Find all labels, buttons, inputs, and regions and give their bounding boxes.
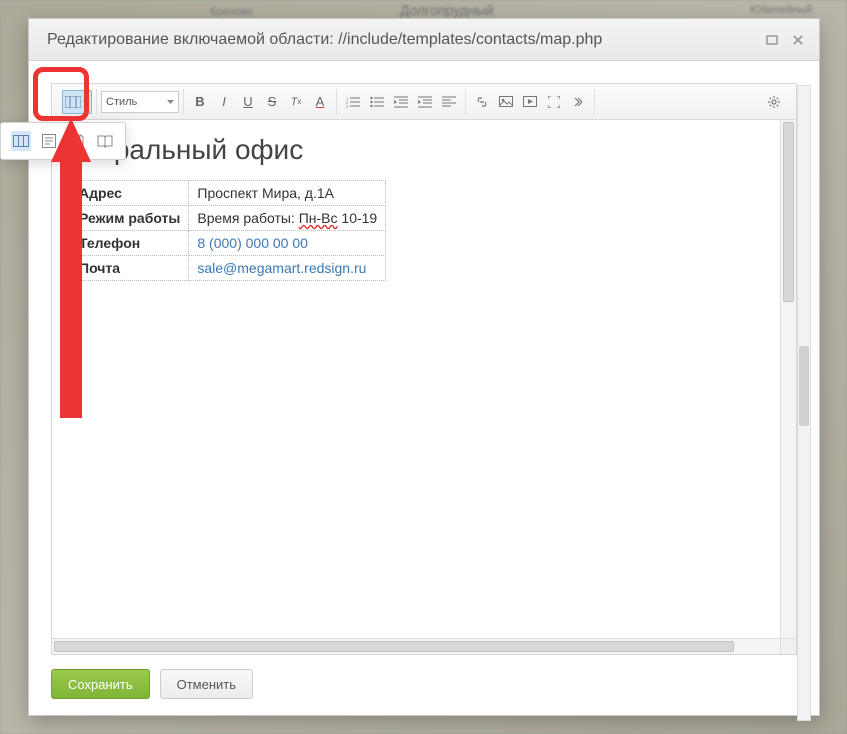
- dialog-title: Редактирование включаемой области: //inc…: [47, 31, 602, 49]
- align-button[interactable]: [437, 90, 461, 114]
- link-button[interactable]: [470, 90, 494, 114]
- row-label[interactable]: Телефон: [71, 231, 189, 256]
- table-row: Почта sale@megamart.redsign.ru: [71, 256, 386, 281]
- component-book-icon[interactable]: [95, 131, 115, 151]
- svg-text:3: 3: [346, 104, 349, 108]
- row-value[interactable]: Проспект Мира, д.1А: [189, 181, 386, 206]
- content-scrollbar-vertical[interactable]: [780, 120, 796, 638]
- settings-button[interactable]: [762, 90, 786, 114]
- row-value[interactable]: 8 (000) 000 00 00: [189, 231, 386, 256]
- editor-content-area[interactable]: ентральный офис Адрес Проспект Мира, д.1…: [52, 120, 796, 654]
- components-dropdown-panel: [0, 122, 126, 160]
- scrollbar-thumb[interactable]: [783, 122, 794, 302]
- edit-include-dialog: Редактирование включаемой области: //inc…: [28, 18, 820, 716]
- content-scrollbar-horizontal[interactable]: [52, 638, 780, 654]
- video-button[interactable]: [518, 90, 542, 114]
- more-button[interactable]: [566, 90, 590, 114]
- row-label[interactable]: Адрес: [71, 181, 189, 206]
- dialog-scrollbar-vertical[interactable]: [797, 85, 811, 721]
- italic-button[interactable]: I: [212, 90, 236, 114]
- outdent-button[interactable]: [389, 90, 413, 114]
- row-value[interactable]: Время работы: Пн-Вс 10-19: [189, 206, 386, 231]
- component-columns-icon[interactable]: [11, 131, 31, 151]
- dialog-body: Стиль B I U S Tx A 123: [29, 61, 819, 715]
- editor-toolbar: Стиль B I U S Tx A 123: [52, 84, 796, 120]
- underline-button[interactable]: U: [236, 90, 260, 114]
- info-table[interactable]: Адрес Проспект Мира, д.1А Режим работы В…: [70, 180, 386, 281]
- row-value[interactable]: sale@megamart.redsign.ru: [189, 256, 386, 281]
- style-select-label: Стиль: [106, 96, 137, 108]
- dialog-footer: Сохранить Отменить: [51, 655, 797, 699]
- scrollbar-thumb[interactable]: [799, 346, 809, 426]
- dialog-titlebar: Редактирование включаемой области: //inc…: [29, 19, 819, 61]
- components-dropdown-button[interactable]: [62, 90, 92, 114]
- ordered-list-button[interactable]: 123: [341, 90, 365, 114]
- table-row: Телефон 8 (000) 000 00 00: [71, 231, 386, 256]
- row-label[interactable]: Почта: [71, 256, 189, 281]
- table-row: Адрес Проспект Мира, д.1А: [71, 181, 386, 206]
- bold-button[interactable]: B: [188, 90, 212, 114]
- editor-frame: Стиль B I U S Tx A 123: [51, 83, 797, 655]
- office-heading[interactable]: ентральный офис: [70, 134, 762, 166]
- text-color-button[interactable]: A: [308, 90, 332, 114]
- email-link[interactable]: sale@megamart.redsign.ru: [197, 260, 366, 276]
- maximize-button[interactable]: [761, 29, 783, 51]
- editor-document[interactable]: ентральный офис Адрес Проспект Мира, д.1…: [52, 120, 780, 638]
- phone-link[interactable]: 8 (000) 000 00 00: [197, 235, 308, 251]
- component-save-icon[interactable]: [67, 131, 87, 151]
- style-select[interactable]: Стиль: [101, 91, 179, 113]
- fullscreen-button[interactable]: [542, 90, 566, 114]
- indent-button[interactable]: [413, 90, 437, 114]
- row-label[interactable]: Режим работы: [71, 206, 189, 231]
- table-row: Режим работы Время работы: Пн-Вс 10-19: [71, 206, 386, 231]
- image-button[interactable]: [494, 90, 518, 114]
- scrollbar-thumb[interactable]: [54, 641, 734, 652]
- unordered-list-button[interactable]: [365, 90, 389, 114]
- cancel-button[interactable]: Отменить: [160, 669, 253, 699]
- clear-format-button[interactable]: Tx: [284, 90, 308, 114]
- save-button[interactable]: Сохранить: [51, 669, 150, 699]
- strike-button[interactable]: S: [260, 90, 284, 114]
- close-button[interactable]: [787, 29, 809, 51]
- scroll-corner: [780, 638, 796, 654]
- component-text-icon[interactable]: [39, 131, 59, 151]
